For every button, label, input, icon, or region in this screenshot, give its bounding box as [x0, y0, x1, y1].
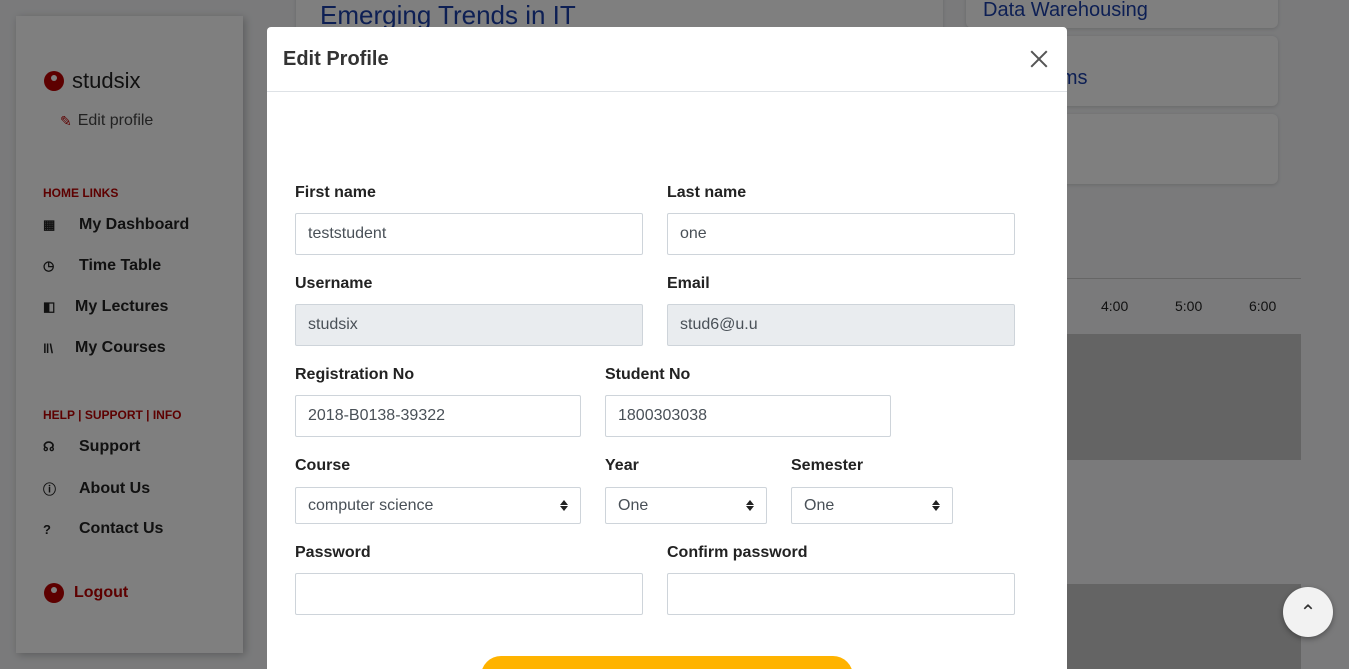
year-select[interactable]: One [605, 487, 767, 524]
course-label: Course [295, 457, 351, 474]
last-name-label: Last name [667, 184, 747, 201]
select-arrows-icon [560, 500, 568, 511]
select-arrows-icon [932, 500, 940, 511]
username-field[interactable] [295, 304, 643, 346]
close-icon[interactable] [1027, 47, 1051, 71]
semester-select[interactable]: One [791, 487, 953, 524]
scroll-to-top-button[interactable]: ⌃ [1283, 587, 1333, 637]
year-label: Year [605, 457, 639, 474]
username-label: Username [295, 275, 373, 292]
modal-header: Edit Profile [267, 27, 1067, 92]
submit-button[interactable] [481, 656, 853, 669]
year-select-value: One [618, 496, 649, 514]
registration-no-label: Registration No [295, 366, 415, 383]
confirm-password-field[interactable] [667, 573, 1015, 615]
modal-title: Edit Profile [283, 47, 389, 70]
email-field[interactable] [667, 304, 1015, 346]
chevron-up-icon: ⌃ [1299, 601, 1317, 624]
first-name-label: First name [295, 184, 376, 201]
select-arrows-icon [746, 500, 754, 511]
semester-select-value: One [804, 496, 835, 514]
edit-profile-modal: Edit Profile First name Last name Userna… [267, 27, 1067, 669]
course-select[interactable]: computer science [295, 487, 581, 524]
password-field[interactable] [295, 573, 643, 615]
password-label: Password [295, 544, 371, 561]
first-name-field[interactable] [295, 213, 643, 255]
student-no-field[interactable] [605, 395, 891, 437]
registration-no-field[interactable] [295, 395, 581, 437]
course-select-value: computer science [308, 496, 434, 514]
student-no-label: Student No [605, 366, 691, 383]
email-label: Email [667, 275, 710, 292]
confirm-password-label: Confirm password [667, 544, 808, 561]
semester-label: Semester [791, 457, 864, 474]
last-name-field[interactable] [667, 213, 1015, 255]
